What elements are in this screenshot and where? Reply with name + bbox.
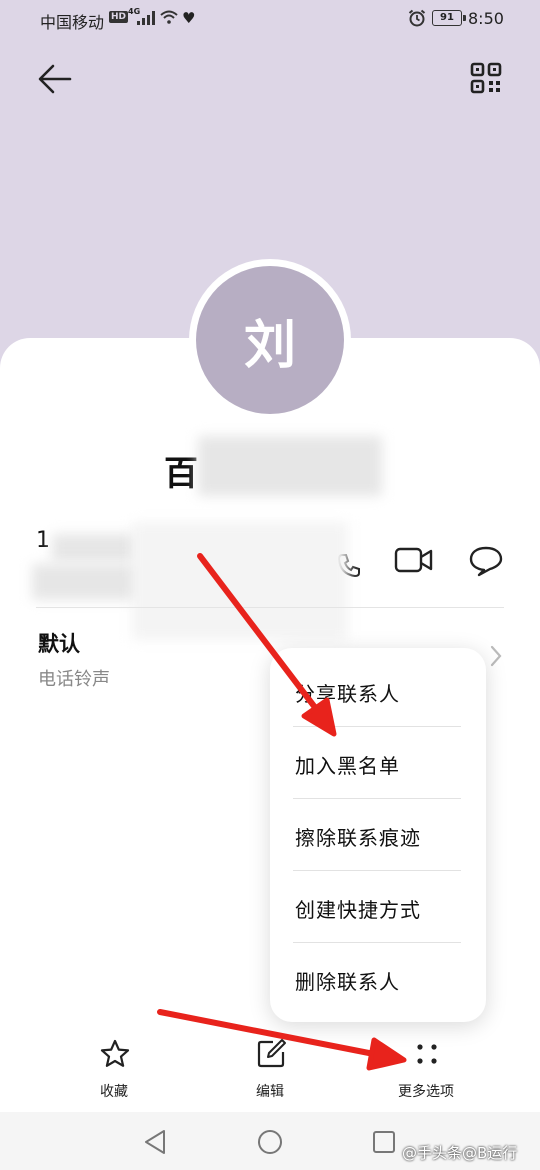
hd-badge: HD bbox=[109, 11, 129, 23]
contact-name: 百 bbox=[164, 454, 199, 494]
action-redaction bbox=[132, 522, 348, 640]
nav-back-icon[interactable] bbox=[142, 1128, 168, 1156]
edit-button[interactable]: 编辑 bbox=[210, 1030, 330, 1108]
menu-item-label: 创建快捷方式 bbox=[295, 898, 421, 922]
ringtone-title[interactable]: 默认 bbox=[38, 628, 80, 658]
qr-code-icon[interactable] bbox=[470, 62, 502, 94]
name-redaction bbox=[198, 436, 382, 496]
health-icon: ♥ bbox=[182, 9, 196, 27]
status-bar: 中国移动 HD 4G ♥ 91 8:50 bbox=[0, 0, 540, 38]
edit-label: 编辑 bbox=[256, 1084, 284, 1100]
favorite-label: 收藏 bbox=[100, 1084, 128, 1100]
avatar[interactable]: 刘 bbox=[189, 259, 351, 421]
signal-icon bbox=[137, 11, 155, 25]
ringtone-subtitle: 电话铃声 bbox=[38, 669, 110, 690]
carrier-label: 中国移动 bbox=[40, 13, 105, 32]
favorite-button[interactable]: 收藏 bbox=[54, 1030, 174, 1108]
menu-item-delete-contact[interactable]: 删除联系人 bbox=[270, 944, 486, 1016]
message-icon[interactable] bbox=[468, 545, 504, 577]
menu-item-share-contact[interactable]: 分享联系人 bbox=[270, 656, 486, 728]
chevron-right-icon[interactable] bbox=[488, 644, 504, 668]
wifi-icon bbox=[160, 10, 178, 24]
phone-redaction bbox=[52, 534, 138, 562]
more-options-menu: 分享联系人 加入黑名单 擦除联系痕迹 创建快捷方式 删除联系人 bbox=[270, 648, 486, 1022]
bottom-toolbar: 收藏 编辑 更多选项 bbox=[0, 1030, 540, 1110]
menu-item-erase-traces[interactable]: 擦除联系痕迹 bbox=[270, 800, 486, 872]
clock: 8:50 bbox=[468, 9, 504, 28]
nav-home-icon[interactable] bbox=[256, 1128, 284, 1156]
nav-recent-apps-icon[interactable] bbox=[371, 1129, 397, 1155]
video-call-icon[interactable] bbox=[394, 546, 434, 574]
menu-item-label: 擦除联系痕迹 bbox=[295, 826, 421, 850]
phone-redaction-2 bbox=[32, 564, 142, 600]
menu-divider bbox=[293, 726, 461, 727]
menu-item-create-shortcut[interactable]: 创建快捷方式 bbox=[270, 872, 486, 944]
more-dots-icon bbox=[417, 1044, 437, 1064]
menu-item-label: 加入黑名单 bbox=[295, 754, 400, 778]
edit-icon bbox=[257, 1039, 286, 1068]
more-options-label: 更多选项 bbox=[398, 1084, 454, 1100]
star-icon bbox=[100, 1039, 130, 1067]
watermark: @手头条@B运行 bbox=[402, 1144, 518, 1162]
menu-divider bbox=[293, 798, 461, 799]
menu-divider bbox=[293, 870, 461, 871]
divider bbox=[36, 607, 504, 608]
avatar-initial: 刘 bbox=[196, 266, 344, 414]
more-options-button[interactable]: 更多选项 bbox=[366, 1030, 486, 1108]
menu-item-label: 分享联系人 bbox=[295, 682, 400, 706]
alarm-icon bbox=[408, 9, 426, 27]
menu-item-label: 删除联系人 bbox=[295, 970, 400, 994]
menu-item-add-blacklist[interactable]: 加入黑名单 bbox=[270, 728, 486, 800]
menu-divider bbox=[293, 942, 461, 943]
phone-number[interactable]: 1 bbox=[36, 528, 50, 553]
battery-indicator: 91 bbox=[432, 10, 466, 26]
back-arrow-icon[interactable] bbox=[36, 60, 74, 98]
